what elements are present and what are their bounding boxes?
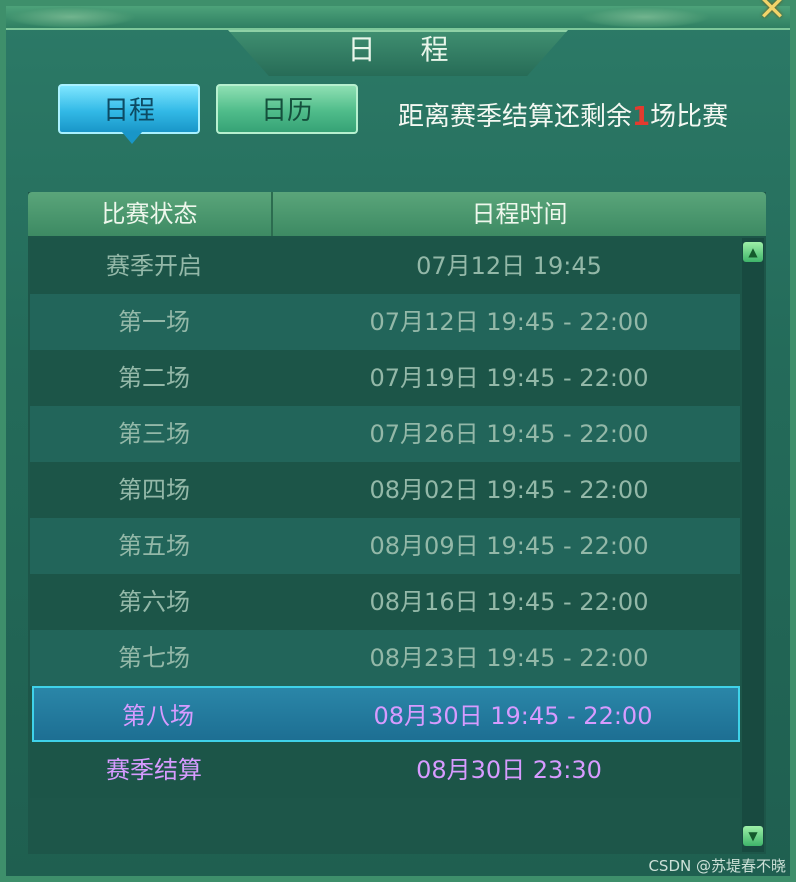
header-time: 日程时间 [471, 200, 568, 228]
header-status: 比赛状态 [28, 192, 273, 236]
row-time: 08月16日 19:45 - 22:00 [369, 588, 649, 616]
scroll-up-arrow-icon[interactable]: ▲ [743, 242, 763, 262]
remaining-matches-text: 距离赛季结算还剩余1场比赛 [398, 96, 728, 133]
row-status: 第一场 [118, 308, 190, 336]
table-rows: 赛季开启 07月12日 19:45 第一场 07月12日 19:45 - 22:… [30, 238, 740, 798]
remaining-suffix: 场比赛 [650, 102, 729, 132]
row-time: 08月09日 19:45 - 22:00 [369, 532, 649, 560]
corner-ornament-left [6, 6, 136, 28]
table-header: 比赛状态 日程时间 [28, 192, 766, 236]
remaining-prefix: 距离赛季结算还剩余 [398, 102, 633, 132]
table-row[interactable]: 第七场 08月23日 19:45 - 22:00 [30, 630, 740, 686]
row-time: 08月30日 19:45 - 22:00 [373, 702, 653, 730]
row-time: 07月26日 19:45 - 22:00 [369, 420, 649, 448]
row-status: 第三场 [118, 420, 190, 448]
table-row-current[interactable]: 第八场 08月30日 19:45 - 22:00 [32, 686, 740, 742]
row-status: 赛季开启 [106, 252, 202, 280]
row-status: 赛季结算 [106, 756, 202, 784]
table-row[interactable]: 赛季结算 08月30日 23:30 [30, 742, 740, 798]
row-time: 08月02日 19:45 - 22:00 [369, 476, 649, 504]
row-time: 07月12日 19:45 - 22:00 [369, 308, 649, 336]
row-time: 07月19日 19:45 - 22:00 [369, 364, 649, 392]
table-row[interactable]: 第二场 07月19日 19:45 - 22:00 [30, 350, 740, 406]
table-row[interactable]: 第五场 08月09日 19:45 - 22:00 [30, 518, 740, 574]
corner-ornament-right [580, 6, 710, 28]
table-row[interactable]: 第四场 08月02日 19:45 - 22:00 [30, 462, 740, 518]
close-icon[interactable]: ✕ [752, 0, 792, 26]
row-status: 第六场 [118, 588, 190, 616]
scrollbar[interactable]: ▲ ▼ [742, 238, 764, 852]
window-title: 日 程 [347, 33, 467, 66]
row-status: 第八场 [122, 702, 194, 730]
table-row[interactable]: 第三场 07月26日 19:45 - 22:00 [30, 406, 740, 462]
scroll-down-arrow-icon[interactable]: ▼ [743, 826, 763, 846]
row-status: 第四场 [118, 476, 190, 504]
row-time: 07月12日 19:45 [416, 252, 602, 280]
row-status: 第二场 [118, 364, 190, 392]
remaining-count: 1 [632, 102, 651, 132]
tab-schedule[interactable]: 日程 [58, 84, 200, 144]
table-row[interactable]: 第一场 07月12日 19:45 - 22:00 [30, 294, 740, 350]
table-row[interactable]: 第六场 08月16日 19:45 - 22:00 [30, 574, 740, 630]
table-row[interactable]: 赛季开启 07月12日 19:45 [30, 238, 740, 294]
tab-calendar[interactable]: 日历 [216, 84, 358, 134]
schedule-table: 比赛状态 日程时间 赛季开启 07月12日 19:45 第一场 07月12日 1… [28, 192, 766, 854]
row-time: 08月23日 19:45 - 22:00 [369, 644, 649, 672]
row-status: 第五场 [118, 532, 190, 560]
row-time: 08月30日 23:30 [416, 756, 602, 784]
watermark: CSDN @苏堤春不晓 [648, 857, 786, 875]
row-status: 第七场 [118, 644, 190, 672]
